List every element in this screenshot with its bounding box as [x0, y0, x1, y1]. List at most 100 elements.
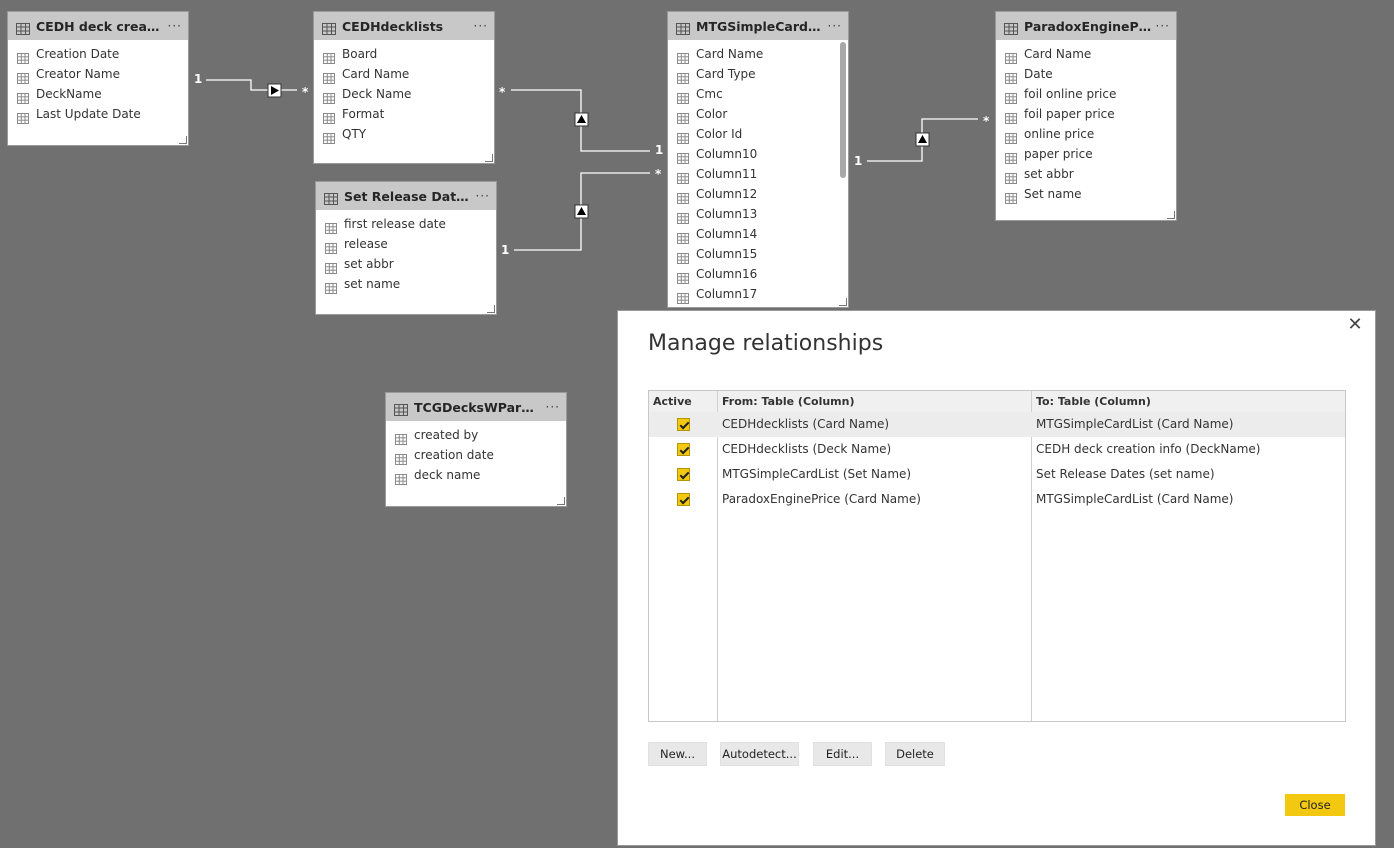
field-row[interactable]: first release date: [316, 214, 496, 234]
field-row[interactable]: Column16: [668, 264, 848, 284]
column-icon: [323, 129, 335, 144]
edit-button[interactable]: Edit...: [813, 742, 872, 766]
active-checkbox[interactable]: [677, 418, 690, 431]
field-row[interactable]: set name: [316, 274, 496, 294]
field-label: Column14: [696, 227, 758, 241]
field-label: Creator Name: [36, 67, 120, 81]
active-checkbox[interactable]: [677, 493, 690, 506]
field-row[interactable]: Format: [314, 104, 494, 124]
field-row[interactable]: Color: [668, 104, 848, 124]
field-row[interactable]: DeckName: [8, 84, 188, 104]
field-row[interactable]: Creator Name: [8, 64, 188, 84]
field-row[interactable]: foil paper price: [996, 104, 1176, 124]
relationship-row[interactable]: ParadoxEnginePrice (Card Name) MTGSimpleC…: [649, 487, 1345, 512]
more-options-icon[interactable]: ···: [546, 401, 560, 413]
field-row[interactable]: Last Update Date: [8, 104, 188, 124]
resize-grip-icon[interactable]: [1167, 211, 1175, 219]
field-row[interactable]: Creation Date: [8, 44, 188, 64]
column-header-active[interactable]: Active: [649, 391, 692, 412]
table-icon: [394, 401, 408, 416]
resize-grip-icon[interactable]: [557, 497, 565, 505]
field-row[interactable]: created by: [386, 425, 566, 445]
direction-arrow-icon: [574, 204, 589, 219]
table-header[interactable]: CEDH deck creation i... ···: [8, 12, 188, 40]
field-row[interactable]: online price: [996, 124, 1176, 144]
field-row[interactable]: QTY: [314, 124, 494, 144]
field-row[interactable]: Card Name: [996, 44, 1176, 64]
new-button[interactable]: New...: [648, 742, 707, 766]
field-row[interactable]: Card Name: [668, 44, 848, 64]
field-row[interactable]: Column12: [668, 184, 848, 204]
field-row[interactable]: foil online price: [996, 84, 1176, 104]
more-options-icon[interactable]: ···: [474, 20, 488, 32]
field-label: Color Id: [696, 127, 743, 141]
table-title: TCGDecksWParadox...: [414, 399, 542, 415]
field-row[interactable]: Column11: [668, 164, 848, 184]
field-row[interactable]: Set name: [996, 184, 1176, 204]
field-row[interactable]: Column14: [668, 224, 848, 244]
field-row[interactable]: Cmc: [668, 84, 848, 104]
column-header-to[interactable]: To: Table (Column): [1032, 391, 1151, 412]
close-button[interactable]: Close: [1285, 794, 1345, 816]
field-row[interactable]: release: [316, 234, 496, 254]
field-row[interactable]: Board: [314, 44, 494, 64]
table-header[interactable]: ParadoxEnginePrice ···: [996, 12, 1176, 40]
field-row[interactable]: Column15: [668, 244, 848, 264]
relationship-row[interactable]: CEDHdecklists (Deck Name) CEDH deck creat…: [649, 437, 1345, 462]
field-row[interactable]: Color Id: [668, 124, 848, 144]
field-label: Column17: [696, 287, 758, 301]
field-row[interactable]: Card Name: [314, 64, 494, 84]
field-row[interactable]: Card Type: [668, 64, 848, 84]
autodetect-button[interactable]: Autodetect...: [720, 742, 799, 766]
field-row[interactable]: Date: [996, 64, 1176, 84]
column-icon: [17, 109, 29, 124]
column-header-from[interactable]: From: Table (Column): [718, 391, 855, 412]
column-icon: [325, 279, 337, 294]
field-label: Format: [342, 107, 385, 121]
field-row[interactable]: set abbr: [316, 254, 496, 274]
field-label: release: [344, 237, 388, 251]
table-card-cedh-deck-creation-info[interactable]: CEDH deck creation i...··· Creation Date C…: [7, 11, 189, 146]
active-checkbox[interactable]: [677, 468, 690, 481]
field-row[interactable]: paper price: [996, 144, 1176, 164]
field-row[interactable]: creation date: [386, 445, 566, 465]
table-header[interactable]: TCGDecksWParadox... ···: [386, 393, 566, 421]
field-row[interactable]: Deck Name: [314, 84, 494, 104]
column-icon: [677, 249, 689, 264]
table-card-tcgdeckswparadox[interactable]: TCGDecksWParadox... ··· created by creation…: [385, 392, 567, 507]
table-header[interactable]: CEDHdecklists ···: [314, 12, 494, 40]
field-row[interactable]: deck name: [386, 465, 566, 485]
field-list: Card Name Date foil online price foil paper…: [996, 40, 1176, 204]
table-card-mtgsimplecardlist[interactable]: MTGSimpleCardList ··· Card Name Card Type Cm…: [667, 11, 849, 308]
resize-grip-icon[interactable]: [487, 305, 495, 313]
more-options-icon[interactable]: ···: [168, 20, 182, 32]
field-row[interactable]: Column10: [668, 144, 848, 164]
field-label: Card Name: [1024, 47, 1092, 61]
delete-button[interactable]: Delete: [885, 742, 945, 766]
relationship-row[interactable]: MTGSimpleCardList (Set Name) Set Release …: [649, 462, 1345, 487]
field-label: paper price: [1024, 147, 1093, 161]
relationship-row[interactable]: CEDHdecklists (Card Name) MTGSimpleCardLi…: [649, 412, 1345, 437]
close-icon[interactable]: ✕: [1345, 315, 1365, 335]
column-icon: [325, 239, 337, 254]
active-checkbox[interactable]: [677, 443, 690, 456]
field-row[interactable]: Column13: [668, 204, 848, 224]
field-row[interactable]: Column17: [668, 284, 848, 304]
resize-grip-icon[interactable]: [485, 154, 493, 162]
table-title: ParadoxEnginePrice: [1024, 18, 1152, 34]
field-list: created by creation date deck name: [386, 421, 566, 485]
table-header[interactable]: MTGSimpleCardList ···: [668, 12, 848, 40]
field-label: Deck Name: [342, 87, 412, 101]
table-card-cedhdecklists[interactable]: CEDHdecklists ··· Board Card Name Deck Name F…: [313, 11, 495, 164]
more-options-icon[interactable]: ···: [476, 190, 490, 202]
more-options-icon[interactable]: ···: [828, 20, 842, 32]
field-row[interactable]: set abbr: [996, 164, 1176, 184]
table-card-paradoxengineprice[interactable]: ParadoxEnginePrice ··· Card Name Date foil o…: [995, 11, 1177, 221]
table-card-set-release-dates[interactable]: Set Release Dates ··· first release date re…: [315, 181, 497, 315]
vertical-scrollbar[interactable]: [840, 42, 846, 178]
resize-grip-icon[interactable]: [179, 136, 187, 144]
resize-grip-icon[interactable]: [839, 298, 847, 306]
more-options-icon[interactable]: ···: [1156, 20, 1170, 32]
model-canvas: 1 * * 1 * 1 1 * CEDH deck creation i... ·…: [0, 0, 1394, 848]
table-header[interactable]: Set Release Dates ···: [316, 182, 496, 210]
